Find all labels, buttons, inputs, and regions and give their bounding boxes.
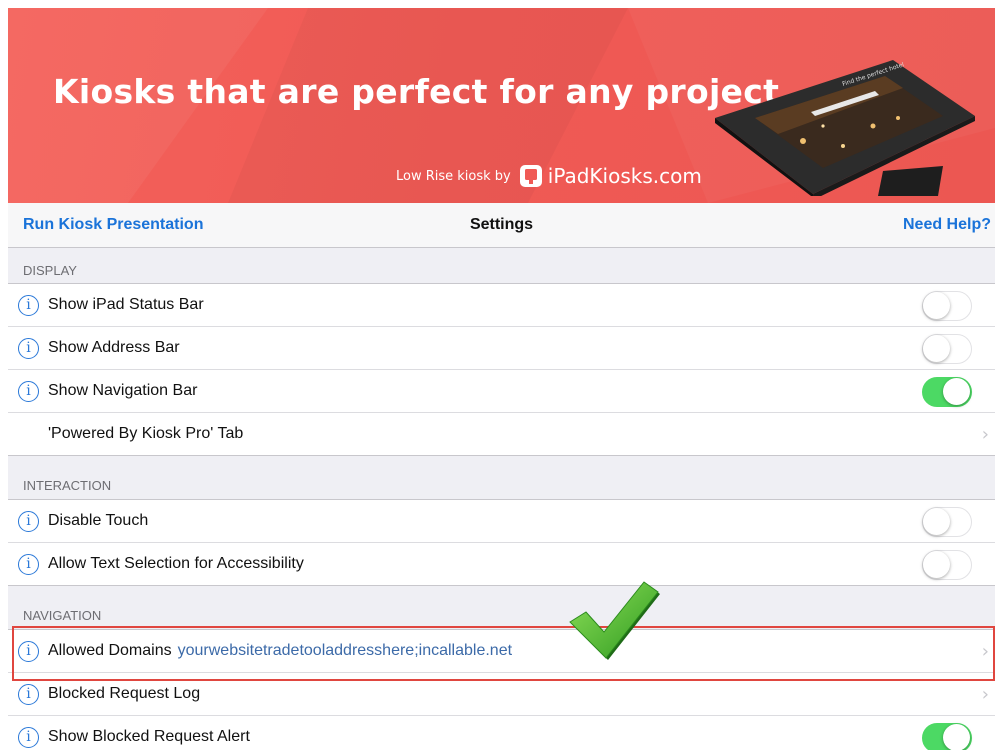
row-show-navigation-bar: i Show Navigation Bar — [8, 370, 995, 413]
promo-banner[interactable]: Kiosks that are perfect for any project.… — [8, 8, 995, 203]
banner-brand: iPadKiosks.com — [547, 164, 702, 188]
allowed-domains-label: Allowed Domains — [48, 642, 172, 659]
allowed-domains-value: yourwebsitetradetooladdresshere;incallab… — [177, 642, 513, 659]
row-label: Show iPad Status Bar — [48, 296, 204, 313]
toggle-knob — [943, 724, 970, 750]
row-allow-text-selection: i Allow Text Selection for Accessibility — [8, 543, 995, 586]
toggle-knob — [923, 292, 950, 319]
kiosk-device-image: Find the perfect hotel — [715, 60, 975, 196]
info-icon[interactable]: i — [18, 727, 39, 748]
info-icon[interactable]: i — [18, 684, 39, 705]
row-blocked-request-log[interactable]: i Blocked Request Log › — [8, 673, 995, 716]
status-bar-toggle[interactable] — [922, 291, 972, 321]
page-title: Settings — [469, 216, 534, 233]
info-icon[interactable]: i — [18, 381, 39, 402]
banner-credit-text: Low Rise kiosk by — [396, 168, 511, 184]
info-icon[interactable]: i — [18, 554, 39, 575]
banner-credit: Low Rise kiosk by iPadKiosks.com — [396, 160, 702, 192]
toggle-knob — [923, 551, 950, 578]
row-show-blocked-request-alert: i Show Blocked Request Alert — [8, 716, 995, 750]
blocked-request-alert-toggle[interactable] — [922, 723, 972, 750]
toggle-knob — [943, 378, 970, 405]
info-icon[interactable]: i — [18, 511, 39, 532]
row-label: Allowed Domains yourwebsitetradetooladdre… — [48, 642, 512, 660]
row-disable-touch: i Disable Touch — [8, 500, 995, 543]
checkmark-icon — [569, 581, 660, 660]
section-header-navigation: NAVIGATION — [8, 586, 995, 630]
chevron-right-icon: › — [981, 424, 989, 445]
info-icon[interactable]: i — [18, 641, 39, 662]
info-icon[interactable]: i — [18, 295, 39, 316]
chevron-right-icon: › — [981, 641, 989, 662]
row-label: Allow Text Selection for Accessibility — [48, 555, 304, 572]
ipadkiosks-logo-icon — [519, 165, 542, 187]
info-icon[interactable]: i — [18, 338, 39, 359]
need-help-button[interactable]: Need Help? — [903, 216, 991, 234]
row-label: Blocked Request Log — [48, 685, 201, 702]
row-label: Show Navigation Bar — [48, 382, 198, 399]
toggle-knob — [923, 508, 950, 535]
section-header-display: DISPLAY — [8, 248, 995, 284]
settings-navbar: Run Kiosk Presentation Settings Need Hel… — [8, 203, 995, 248]
row-show-address-bar: i Show Address Bar — [8, 327, 995, 370]
row-label: Disable Touch — [48, 512, 149, 529]
disable-touch-toggle[interactable] — [922, 507, 972, 537]
row-label: 'Powered By Kiosk Pro' Tab — [48, 425, 244, 442]
row-label: Show Address Bar — [48, 339, 180, 356]
text-selection-toggle[interactable] — [922, 550, 972, 580]
row-powered-by-tab[interactable]: 'Powered By Kiosk Pro' Tab › — [8, 413, 995, 456]
row-allowed-domains[interactable]: i Allowed Domains yourwebsitetradetooladd… — [8, 630, 995, 673]
banner-headline: Kiosks that are perfect for any project. — [53, 72, 793, 111]
toggle-knob — [923, 335, 950, 362]
navigation-bar-toggle[interactable] — [922, 377, 972, 407]
section-header-interaction: INTERACTION — [8, 456, 995, 500]
settings-list: DISPLAY i Show iPad Status Bar i Show Ad… — [8, 248, 995, 750]
chevron-right-icon: › — [981, 684, 989, 705]
address-bar-toggle[interactable] — [922, 334, 972, 364]
row-show-ipad-status-bar: i Show iPad Status Bar — [8, 284, 995, 327]
row-label: Show Blocked Request Alert — [48, 728, 250, 745]
